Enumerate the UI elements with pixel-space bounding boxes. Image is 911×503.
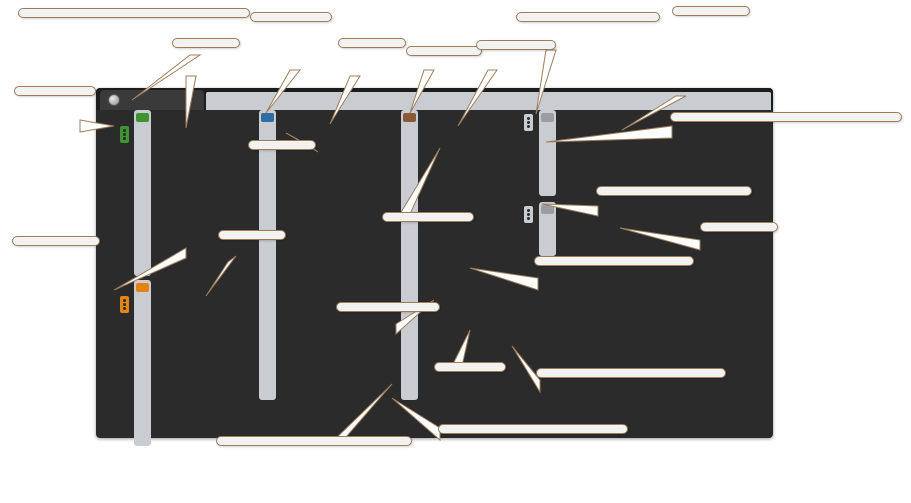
- callout-rename-channel-top: [172, 38, 240, 48]
- callout-model-name-select: [382, 212, 474, 222]
- callout-dr-popup: [536, 368, 726, 378]
- callout-analog-output-ports: [12, 236, 100, 246]
- callout-empty-port-paste: [336, 302, 440, 312]
- callout-analog-input-ports: [14, 86, 96, 96]
- callout-rename-dr: [476, 40, 556, 50]
- callout-rename-rad: [338, 38, 406, 48]
- callout-rename-logic-in: [672, 6, 750, 16]
- callout-locate-hal: [18, 8, 250, 18]
- callout-logic-in-ports: [516, 12, 660, 22]
- callout-rad-popup: [438, 424, 628, 434]
- callout-rename-channel-mid: [218, 230, 286, 240]
- callout-rad-gear: [216, 436, 412, 446]
- callout-relay-out-ports: [596, 186, 752, 196]
- callout-logic-gear: [670, 112, 902, 122]
- callout-dr-ports: [406, 46, 482, 56]
- callout-rename-channel-rad: [248, 140, 316, 150]
- callout-rename-relay-out: [700, 222, 778, 232]
- callout-dr-gear: [534, 256, 694, 266]
- callout-rad-ports: [250, 12, 332, 22]
- callout-empty-dr-port: [434, 362, 506, 372]
